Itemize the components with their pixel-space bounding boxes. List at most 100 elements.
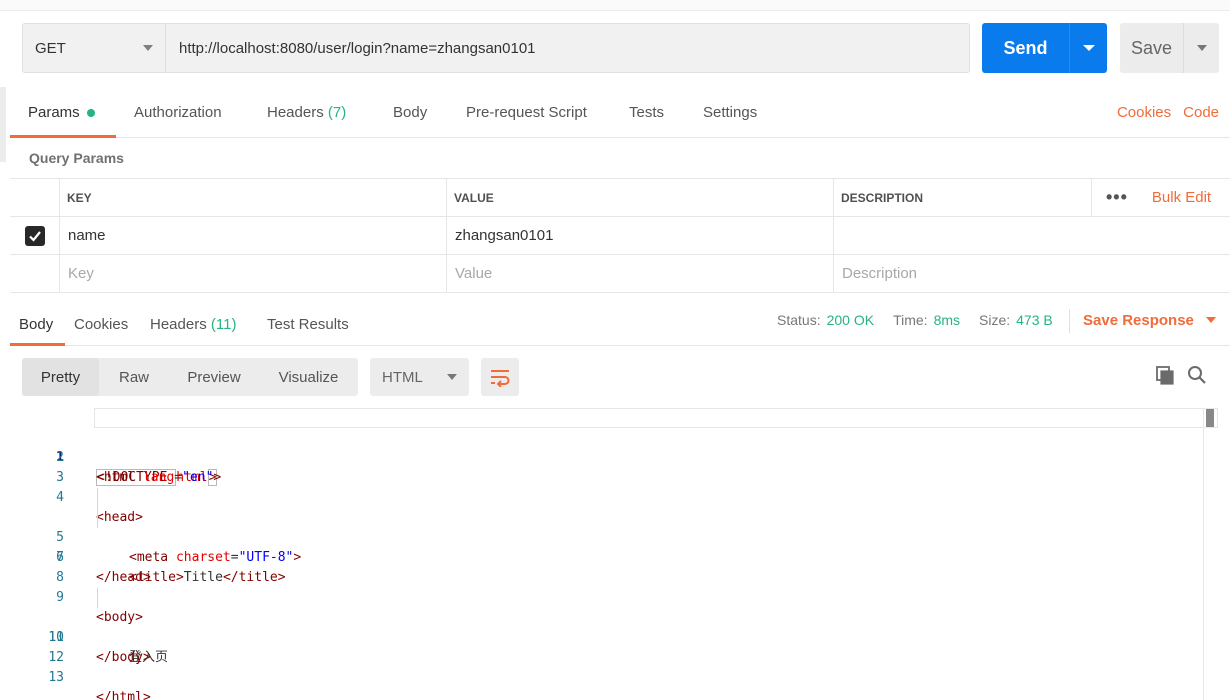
header-checkbox-cell [10,179,60,216]
send-button[interactable]: Send [982,23,1069,73]
row-actions-cell [1091,255,1230,292]
chevron-down-icon [1196,45,1207,51]
tab-authorization[interactable]: Authorization [134,87,222,137]
scrollbar-thumb[interactable] [1206,409,1214,427]
bulk-edit-link[interactable]: Bulk Edit [1152,189,1211,206]
param-description-cell[interactable] [833,217,1091,254]
tab-headers[interactable]: Headers (7) [267,87,346,137]
code-link[interactable]: Code [1183,104,1219,121]
param-enabled-checkbox[interactable] [25,225,45,246]
send-options-button[interactable] [1069,23,1107,73]
time-label: Time: [893,312,928,328]
language-select[interactable]: HTML [370,358,469,396]
row-actions-cell [1091,217,1230,254]
indent-guide [97,508,98,528]
column-header-value: VALUE [446,179,834,216]
method-label: GET [35,39,66,57]
code-line: 6 <title>Title</title> [22,508,1218,585]
tab-params[interactable]: Params [10,87,116,138]
more-options-icon[interactable]: ••• [1106,187,1128,208]
language-label: HTML [382,368,423,386]
url-input[interactable]: http://localhost:8080/user/login?name=zh… [166,24,969,72]
key-placeholder: Key [68,265,94,282]
row-checkbox-cell [10,255,60,292]
request-right-links: Cookies Code [1117,87,1219,137]
params-active-dot-icon [86,108,95,117]
tab-response-body[interactable]: Body [10,303,65,346]
cookies-link[interactable]: Cookies [1117,104,1171,121]
save-button[interactable]: Save [1120,23,1183,73]
header-actions-cell: ••• Bulk Edit [1091,179,1230,216]
wrap-lines-button[interactable] [481,358,519,396]
table-row: name zhangsan0101 [10,217,1230,255]
code-line: 13 </html> [22,648,1218,700]
left-edge-scrollbar[interactable] [0,87,6,162]
save-options-button[interactable] [1183,23,1219,73]
tab-label: Test Results [267,316,349,333]
chevron-down-icon [143,45,153,51]
raw-button[interactable]: Raw [99,358,169,396]
tab-label: Tests [629,103,665,121]
visualize-button[interactable]: Visualize [259,358,358,396]
table-row-new: Key Value Description [10,255,1230,293]
wrap-lines-icon [491,370,510,387]
search-icon[interactable] [1187,365,1207,385]
tab-label: Headers [150,316,207,333]
status-label: Status: [777,312,821,328]
preview-button[interactable]: Preview [169,358,259,396]
tab-response-cookies[interactable]: Cookies [74,303,128,346]
code-line: 4 <head> [22,468,1218,525]
status-value[interactable]: 200 OK [827,312,874,328]
new-description-input[interactable]: Description [833,255,1091,292]
url-text: http://localhost:8080/user/login?name=zh… [179,39,536,57]
chevron-down-icon [1082,45,1095,51]
param-key-cell[interactable]: name [59,217,447,254]
save-response-button[interactable]: Save Response [1083,303,1216,337]
param-value-cell[interactable]: zhangsan0101 [446,217,834,254]
description-placeholder: Description [842,265,918,282]
tab-label: Settings [703,103,758,121]
code-line: 7 </head> [22,528,1218,585]
code-line: 10 登入页 [22,588,1218,665]
table-header-row: KEY VALUE DESCRIPTION ••• Bulk Edit [10,179,1230,217]
code-line: 2 <html lang="en"> [22,428,1218,485]
checkmark-icon [29,230,41,242]
size-label: Size: [979,312,1011,328]
body-view-mode-group: Pretty Raw Preview Visualize [22,358,358,396]
indent-guide [97,588,98,608]
size-value[interactable]: 473 B [1016,312,1053,328]
tab-tests[interactable]: Tests [629,87,664,137]
response-headers-count: (11) [210,316,237,333]
method-select[interactable]: GET [23,24,166,72]
save-button-group: Save [1120,23,1219,73]
tab-test-results[interactable]: Test Results [267,303,349,346]
indent-guide [97,488,98,508]
response-meta: Status: 200 OK Time: 8ms Size: 473 B [777,303,1053,337]
new-key-input[interactable]: Key [59,255,447,292]
code-line: 1 <!DOCTYPE html> [22,408,1218,486]
code-line: 5 <meta charset="UTF-8"> [22,488,1218,565]
value-placeholder: Value [455,265,493,282]
pretty-button[interactable]: Pretty [22,358,99,396]
time-value[interactable]: 8ms [934,312,960,328]
tab-pre-request-script[interactable]: Pre-request Script [466,87,587,137]
tab-body[interactable]: Body [393,87,427,137]
copy-icon[interactable] [1155,365,1175,385]
column-header-description: DESCRIPTION [833,179,1091,216]
window-top-strip [0,0,1230,11]
column-header-key: KEY [59,179,447,216]
code-line: 3 [22,448,1218,485]
code-line: 12 [22,628,1218,665]
tab-label: Cookies [74,316,129,333]
editor-scrollbar[interactable] [1203,408,1218,700]
response-code-editor[interactable]: 1 <!DOCTYPE html> 2 <html lang="en"> 3 4… [22,408,1218,700]
tab-response-headers[interactable]: Headers (11) [150,303,236,346]
tab-settings[interactable]: Settings [703,87,757,137]
new-value-input[interactable]: Value [446,255,834,292]
tab-label: Headers [267,103,324,121]
tab-label: Body [393,103,428,121]
code-line: 11 </body> [22,608,1218,665]
tab-label: Body [19,316,54,333]
param-key: name [68,227,106,244]
response-tabs: Body Cookies Headers (11) Test Results S… [10,303,1230,346]
